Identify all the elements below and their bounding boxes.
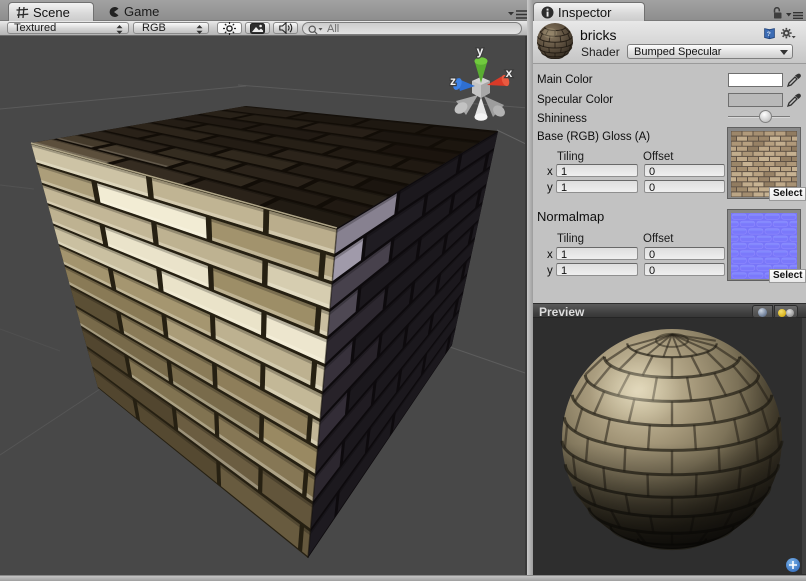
svg-text:?: ? <box>767 31 771 38</box>
svg-text:y: y <box>477 44 484 58</box>
svg-text:z: z <box>450 74 456 88</box>
svg-text:x: x <box>506 66 513 80</box>
